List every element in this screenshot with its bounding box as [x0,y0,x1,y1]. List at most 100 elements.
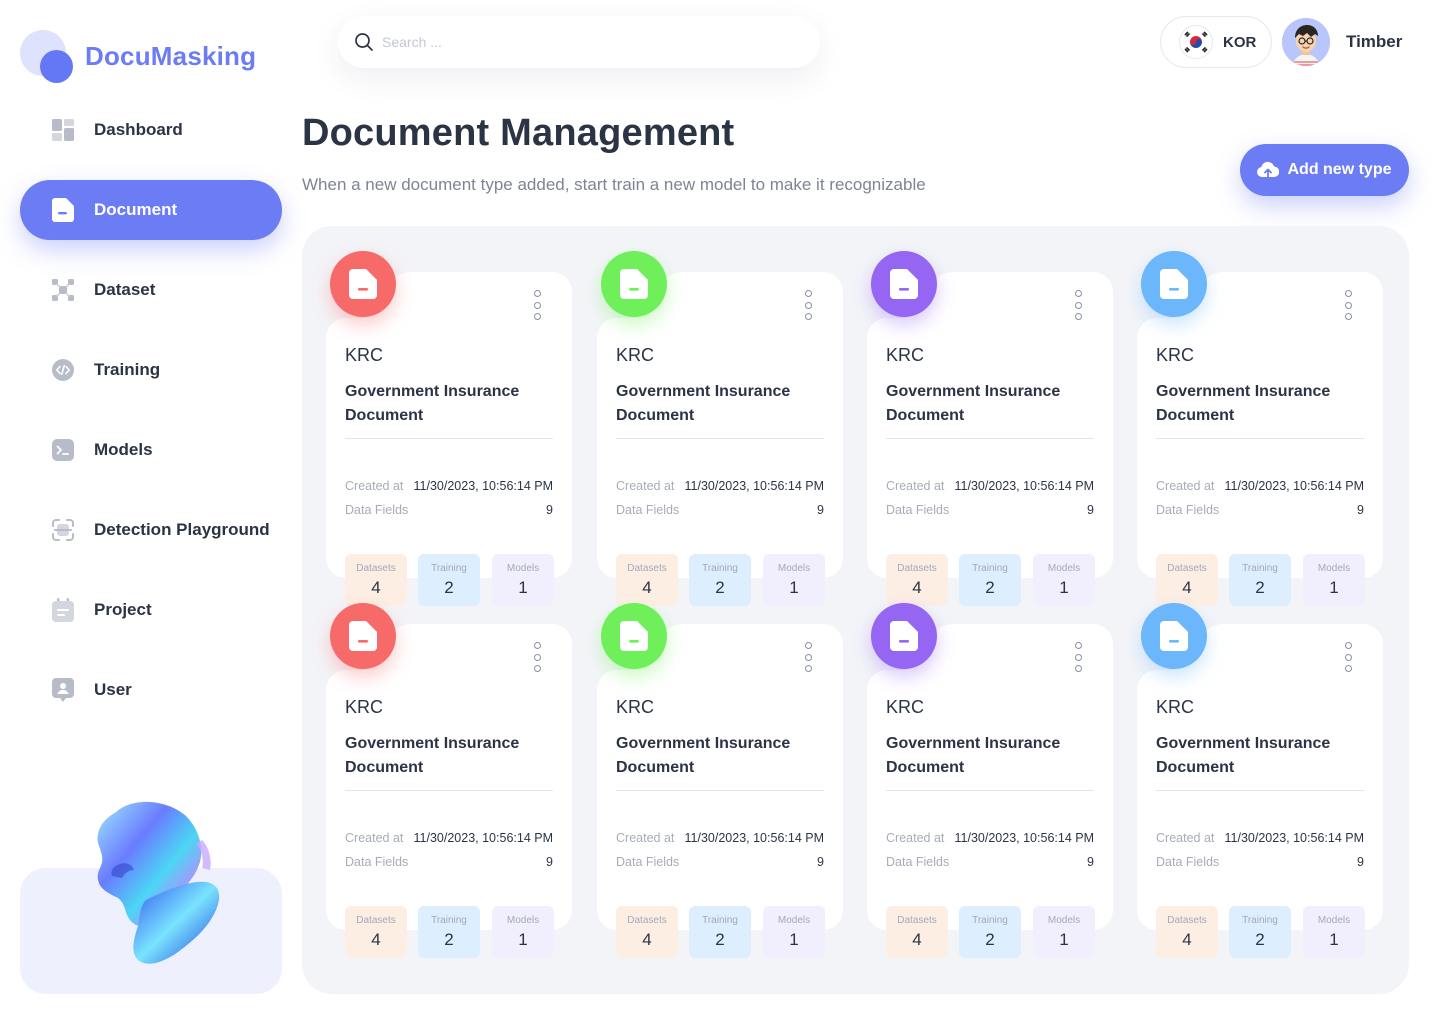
more-options-icon[interactable] [526,290,548,320]
cloud-upload-icon [1257,161,1280,179]
more-options-icon[interactable] [1337,290,1359,320]
search-bar[interactable] [338,16,820,68]
document-icon [1141,603,1207,669]
training-stat[interactable]: Training 2 [418,554,480,606]
data-fields-value: 9 [1087,855,1094,869]
sidebar-item-label: Training [94,360,161,379]
models-stat[interactable]: Models 1 [1033,554,1095,606]
document-type-card[interactable]: KRC Government Insurance Document Create… [867,603,1113,958]
card-document-name: Government Insurance Document [616,735,791,776]
models-stat[interactable]: Models 1 [763,906,825,958]
datasets-count: 4 [1182,930,1192,949]
models-label: Models [1317,915,1351,926]
created-at-value: 11/30/2023, 10:56:14 PM [1224,831,1364,845]
more-options-icon[interactable] [1067,290,1089,320]
more-options-icon[interactable] [797,642,819,672]
data-fields-value: 9 [546,855,553,869]
document-icon [330,251,396,317]
models-stat[interactable]: Models 1 [492,554,554,606]
models-label: Models [506,915,540,926]
datasets-count: 4 [371,930,381,949]
training-count: 2 [1255,930,1265,949]
datasets-stat[interactable]: Datasets 4 [886,906,948,958]
document-type-card[interactable]: KRC Government Insurance Document Create… [1137,603,1383,958]
datasets-stat[interactable]: Datasets 4 [1156,906,1218,958]
training-count: 2 [985,578,995,597]
card-created-row: Created at 11/30/2023, 10:56:14 PM [616,831,824,845]
training-stat[interactable]: Training 2 [689,554,751,606]
more-options-icon[interactable] [1337,642,1359,672]
sidebar-item-project[interactable]: Project [20,580,282,640]
card-organization: KRC [616,697,655,717]
sidebar-item-detection-playground[interactable]: Detection Playground [20,500,282,560]
more-options-icon[interactable] [797,290,819,320]
card-divider [616,790,824,791]
created-at-label: Created at [1156,479,1215,493]
datasets-stat[interactable]: Datasets 4 [616,554,678,606]
add-new-type-button[interactable]: Add new type [1240,144,1409,196]
add-new-type-label: Add new type [1287,161,1392,178]
scan-icon [51,518,75,542]
app-logo[interactable]: DocuMasking [20,28,256,84]
sidebar-item-dataset[interactable]: Dataset [20,260,282,320]
document-type-card[interactable]: KRC Government Insurance Document Create… [867,251,1113,606]
models-count: 1 [1329,578,1339,597]
search-input[interactable] [382,34,782,50]
data-fields-label: Data Fields [886,855,950,869]
avatar[interactable] [1282,18,1330,66]
datasets-stat[interactable]: Datasets 4 [616,906,678,958]
sidebar-item-document[interactable]: Document [20,180,282,240]
document-type-card[interactable]: KRC Government Insurance Document Create… [597,603,843,958]
page-title: Document Management [302,112,735,154]
datasets-label: Datasets [627,915,667,926]
card-data-fields-row: Data Fields 9 [886,503,1094,517]
language-selector[interactable]: KOR [1160,16,1272,68]
page-subtitle: When a new document type added, start tr… [302,175,926,194]
card-document-name: Government Insurance Document [345,383,520,424]
models-stat[interactable]: Models 1 [763,554,825,606]
document-type-card[interactable]: KRC Government Insurance Document Create… [1137,251,1383,606]
more-options-icon[interactable] [1067,642,1089,672]
sidebar-item-models[interactable]: Models [20,420,282,480]
document-type-card[interactable]: KRC Government Insurance Document Create… [326,603,572,958]
models-label: Models [1317,563,1351,574]
sidebar-item-label: Document [94,200,178,219]
training-stat[interactable]: Training 2 [1229,554,1291,606]
models-stat[interactable]: Models 1 [1033,906,1095,958]
data-fields-value: 9 [1087,503,1094,517]
training-label: Training [431,915,467,926]
training-stat[interactable]: Training 2 [418,906,480,958]
sidebar-item-user[interactable]: User [20,660,282,720]
training-label: Training [702,563,738,574]
document-type-card[interactable]: KRC Government Insurance Document Create… [597,251,843,606]
code-icon [51,358,75,382]
training-count: 2 [715,930,725,949]
document-icon [330,603,396,669]
sidebar-item-training[interactable]: Training [20,340,282,400]
training-stat[interactable]: Training 2 [689,906,751,958]
training-stat[interactable]: Training 2 [1229,906,1291,958]
created-at-value: 11/30/2023, 10:56:14 PM [684,479,824,493]
models-stat[interactable]: Models 1 [1303,906,1365,958]
datasets-stat[interactable]: Datasets 4 [886,554,948,606]
datasets-count: 4 [912,578,922,597]
datasets-stat[interactable]: Datasets 4 [1156,554,1218,606]
datasets-stat[interactable]: Datasets 4 [345,554,407,606]
document-type-card[interactable]: KRC Government Insurance Document Create… [326,251,572,606]
models-stat[interactable]: Models 1 [1303,554,1365,606]
models-count: 1 [1059,578,1069,597]
training-count: 2 [1255,578,1265,597]
more-options-icon[interactable] [526,642,548,672]
models-stat[interactable]: Models 1 [492,906,554,958]
datasets-stat[interactable]: Datasets 4 [345,906,407,958]
sidebar-nav: Dashboard Document Dataset Training Mode… [20,100,282,740]
datasets-count: 4 [642,578,652,597]
user-name[interactable]: Timber [1346,32,1402,52]
sidebar-item-label: Detection Playground [94,520,270,539]
created-at-value: 11/30/2023, 10:56:14 PM [413,831,553,845]
data-fields-label: Data Fields [886,503,950,517]
card-created-row: Created at 11/30/2023, 10:56:14 PM [886,831,1094,845]
training-stat[interactable]: Training 2 [959,554,1021,606]
sidebar-item-dashboard[interactable]: Dashboard [20,100,282,160]
training-stat[interactable]: Training 2 [959,906,1021,958]
